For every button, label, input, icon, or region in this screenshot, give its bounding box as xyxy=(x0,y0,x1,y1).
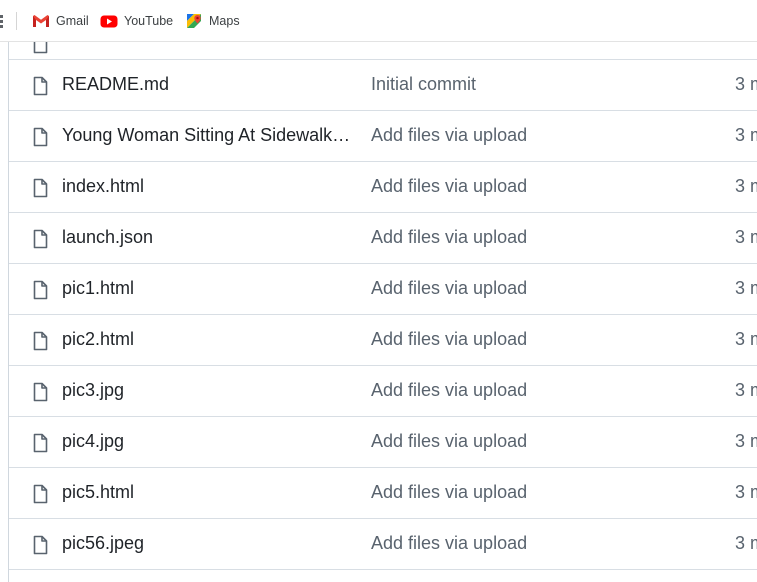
bookmark-gmail[interactable]: Gmail xyxy=(32,11,89,31)
youtube-icon xyxy=(100,13,118,29)
commit-time: 3 m xyxy=(735,176,757,196)
file-row[interactable]: pic3.jpg Add files via upload 3 m xyxy=(9,366,757,417)
commit-message-link[interactable]: Add files via upload xyxy=(371,278,527,299)
file-icon xyxy=(31,76,49,96)
file-row[interactable]: launch.json Add files via upload 3 m xyxy=(9,213,757,264)
file-row[interactable]: pic4.jpg Add files via upload 3 m xyxy=(9,417,757,468)
file-name-link[interactable]: README.md xyxy=(62,74,169,95)
bookmark-label: YouTube xyxy=(124,14,174,28)
file-row[interactable]: index.html Add files via upload 3 m xyxy=(9,162,757,213)
commit-message-link[interactable]: Initial commit xyxy=(371,74,476,95)
bookmarks-separator xyxy=(16,12,17,30)
file-list: README.mdInitial commit3 mYoung Woman Si… xyxy=(8,42,757,582)
commit-time: 3 m xyxy=(735,227,757,247)
bookmark-youtube[interactable]: YouTube xyxy=(100,11,173,31)
file-row[interactable]: pic2.html Add files via upload 3 m xyxy=(9,315,757,366)
file-icon xyxy=(31,127,49,147)
file-row[interactable]: pic5.html Add files via upload 3 m xyxy=(9,468,757,519)
commit-time: 3 m xyxy=(735,329,757,349)
file-icon xyxy=(31,535,49,555)
file-icon xyxy=(31,178,49,198)
file-name-link[interactable]: pic2.html xyxy=(62,329,134,350)
file-name-link[interactable]: pic3.jpg xyxy=(62,380,124,401)
commit-message-link[interactable]: Add files via upload xyxy=(371,431,527,452)
bookmark-maps[interactable]: Maps xyxy=(185,11,240,31)
commit-message-link[interactable]: Add files via upload xyxy=(371,482,527,503)
file-row-partial[interactable] xyxy=(9,42,757,60)
file-row[interactable]: README.md Initial commit 3 m xyxy=(9,60,757,111)
commit-time: 3 m xyxy=(735,278,757,298)
bookmark-label: Gmail xyxy=(56,14,89,28)
file-icon xyxy=(31,229,49,249)
file-icon xyxy=(31,382,49,402)
apps-icon[interactable] xyxy=(0,15,3,28)
file-icon xyxy=(31,484,49,504)
file-name-link[interactable]: pic4.jpg xyxy=(62,431,124,452)
file-row[interactable]: Young Woman Sitting At Sidewalk Cafe.jpg… xyxy=(9,111,757,162)
file-row[interactable]: pic56.jpeg Add files via upload 3 m xyxy=(9,519,757,570)
file-name-link[interactable]: pic56.jpeg xyxy=(62,533,144,554)
file-name-link[interactable]: pic1.html xyxy=(62,278,134,299)
commit-time: 3 m xyxy=(735,74,757,94)
file-name-link[interactable]: Young Woman Sitting At Sidewalk Cafe.jpg xyxy=(62,125,352,146)
commit-message-link[interactable]: Add files via upload xyxy=(371,329,527,350)
file-row[interactable]: pic1.html Add files via upload 3 m xyxy=(9,264,757,315)
file-icon xyxy=(31,433,49,453)
commit-message-link[interactable]: Add files via upload xyxy=(371,380,527,401)
commit-message-link[interactable]: Add files via upload xyxy=(371,227,527,248)
file-icon xyxy=(33,42,48,54)
file-name-link[interactable]: launch.json xyxy=(62,227,153,248)
bookmarks-bar: Gmail YouTube Maps xyxy=(0,0,757,42)
commit-time: 3 m xyxy=(735,482,757,502)
maps-icon xyxy=(185,13,203,29)
bookmark-label: Maps xyxy=(209,14,240,28)
file-name-link[interactable]: pic5.html xyxy=(62,482,134,503)
commit-time: 3 m xyxy=(735,533,757,553)
commit-time: 3 m xyxy=(735,431,757,451)
commit-time: 3 m xyxy=(735,380,757,400)
commit-message-link[interactable]: Add files via upload xyxy=(371,125,527,146)
commit-message-link[interactable]: Add files via upload xyxy=(371,533,527,554)
file-icon xyxy=(31,331,49,351)
commit-message-link[interactable]: Add files via upload xyxy=(371,176,527,197)
commit-time: 3 m xyxy=(735,125,757,145)
file-name-link[interactable]: index.html xyxy=(62,176,144,197)
file-icon xyxy=(31,280,49,300)
gmail-icon xyxy=(32,13,50,29)
